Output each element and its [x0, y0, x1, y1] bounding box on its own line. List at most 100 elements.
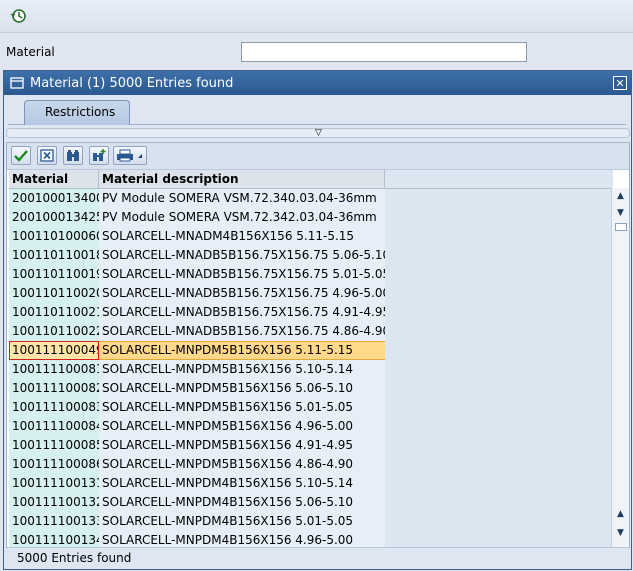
material-number-cell[interactable]: 100110110020 [9, 284, 104, 303]
material-description-cell[interactable]: PV Module SOMERA VSM.72.340.03.04-36mm [99, 189, 385, 208]
material-description-cell[interactable]: SOLARCELL-MNPDM5B156X156 5.11-5.15 [99, 341, 385, 360]
filler-cell [385, 531, 613, 547]
material-number-cell[interactable]: 100111100082 [9, 379, 104, 398]
material-number-cell[interactable]: 100111100049 [9, 341, 104, 360]
table-row[interactable]: 100111100049 SOLARCELL-MNPDM5B156X156 5.1… [9, 341, 613, 360]
column-header-material[interactable]: Material [9, 170, 99, 188]
material-number-cell[interactable]: 100111100131 [9, 474, 104, 493]
tabstrip: Restrictions [8, 98, 626, 125]
material-number-cell[interactable]: 100111100132 [9, 493, 104, 512]
filler-cell [385, 493, 613, 512]
material-number-cell[interactable]: 200100013425 [9, 208, 104, 227]
value-help-dialog: Material (1) 5000 Entries found ✕ Restri… [3, 70, 632, 570]
material-number-cell[interactable]: 100111100133 [9, 512, 104, 531]
table-row[interactable]: 100110100060 SOLARCELL-MNADM4B156X156 5.1… [9, 227, 613, 246]
scroll-down-icon[interactable]: ▼ [614, 207, 627, 220]
tab-restrictions[interactable]: Restrictions [24, 100, 131, 125]
material-number-cell[interactable]: 100111100086 [9, 455, 104, 474]
material-number-cell[interactable]: 100111100085 [9, 436, 104, 455]
table-row[interactable]: 100110110018 SOLARCELL-MNADB5B156.75X156.… [9, 246, 613, 265]
material-description-cell[interactable]: SOLARCELL-MNPDM5B156X156 5.10-5.14 [99, 360, 385, 379]
print-button[interactable] [113, 146, 147, 165]
material-number-cell[interactable]: 100110110018 [9, 246, 104, 265]
dialog-title: Material (1) 5000 Entries found [30, 75, 234, 91]
material-description-cell[interactable]: SOLARCELL-MNADB5B156.75X156.75 4.96-5.00 [99, 284, 385, 303]
history-clock-icon[interactable] [10, 7, 28, 25]
result-toolbar [7, 143, 629, 170]
close-button[interactable]: ✕ [613, 76, 627, 90]
material-number-cell[interactable]: 100110110021 [9, 303, 104, 322]
material-description-cell[interactable]: SOLARCELL-MNPDM5B156X156 5.01-5.05 [99, 398, 385, 417]
material-description-cell[interactable]: SOLARCELL-MNPDM4B156X156 5.01-5.05 [99, 512, 385, 531]
material-description-cell[interactable]: SOLARCELL-MNPDM5B156X156 4.96-5.00 [99, 417, 385, 436]
material-number-cell[interactable]: 100110110019 [9, 265, 104, 284]
filler-cell [385, 208, 613, 227]
filler-cell [385, 322, 613, 341]
restrictions-toggle[interactable]: ▽ [6, 128, 630, 138]
material-field-label: Material [6, 45, 55, 59]
material-description-cell[interactable]: PV Module SOMERA VSM.72.342.03.04-36mm [99, 208, 385, 227]
vertical-scrollbar[interactable]: ▲ ▼ ▲ ▼ [611, 188, 629, 547]
find-button[interactable] [63, 146, 83, 165]
table-row[interactable]: 100111100085 SOLARCELL-MNPDM5B156X156 4.9… [9, 436, 613, 455]
material-description-cell[interactable]: SOLARCELL-MNADB5B156.75X156.75 5.06-5.10 [99, 246, 385, 265]
column-header-filler [385, 170, 613, 188]
table-row[interactable]: 100110110019 SOLARCELL-MNADB5B156.75X156.… [9, 265, 613, 284]
table-row[interactable]: 100111100081 SOLARCELL-MNPDM5B156X156 5.1… [9, 360, 613, 379]
table-row[interactable]: 100111100132 SOLARCELL-MNPDM4B156X156 5.0… [9, 493, 613, 512]
material-description-cell[interactable]: SOLARCELL-MNPDM4B156X156 5.10-5.14 [99, 474, 385, 493]
material-input[interactable] [241, 42, 527, 62]
material-description-cell[interactable]: SOLARCELL-MNPDM5B156X156 4.86-4.90 [99, 455, 385, 474]
material-number-cell[interactable]: 100111100081 [9, 360, 104, 379]
filler-cell [385, 303, 613, 322]
column-header-description[interactable]: Material description [99, 170, 385, 188]
scroll-up-bottom-icon[interactable]: ▲ [614, 508, 627, 521]
dialog-title-bar[interactable]: Material (1) 5000 Entries found [4, 71, 631, 95]
material-number-cell[interactable]: 100111100083 [9, 398, 104, 417]
scroll-down-bottom-icon[interactable]: ▼ [614, 527, 627, 540]
material-number-cell[interactable]: 100110110022 [9, 322, 104, 341]
confirm-button[interactable] [11, 146, 31, 165]
binoculars-icon [67, 150, 79, 161]
table-row[interactable]: 100111100131 SOLARCELL-MNPDM4B156X156 5.1… [9, 474, 613, 493]
material-description-cell[interactable]: SOLARCELL-MNADM4B156X156 5.11-5.15 [99, 227, 385, 246]
cancel-icon [40, 149, 54, 162]
material-number-cell[interactable]: 100111100084 [9, 417, 104, 436]
material-description-cell[interactable]: SOLARCELL-MNPDM4B156X156 5.06-5.10 [99, 493, 385, 512]
filler-cell [385, 360, 613, 379]
material-description-cell[interactable]: SOLARCELL-MNPDM4B156X156 4.96-5.00 [99, 531, 385, 547]
print-icon [117, 149, 142, 162]
table-row[interactable]: 200100013400 PV Module SOMERA VSM.72.340.… [9, 189, 613, 208]
table-row[interactable]: 100111100133 SOLARCELL-MNPDM4B156X156 5.0… [9, 512, 613, 531]
filler-cell [385, 246, 613, 265]
material-description-cell[interactable]: SOLARCELL-MNPDM5B156X156 4.91-4.95 [99, 436, 385, 455]
checkmark-icon [14, 150, 28, 162]
cancel-button[interactable] [37, 146, 57, 165]
material-description-cell[interactable]: SOLARCELL-MNADB5B156.75X156.75 4.86-4.90 [99, 322, 385, 341]
material-number-cell[interactable]: 100111100134 [9, 531, 104, 547]
material-number-cell[interactable]: 100110100060 [9, 227, 104, 246]
filler-cell [385, 379, 613, 398]
table-row[interactable]: 100110110020 SOLARCELL-MNADB5B156.75X156.… [9, 284, 613, 303]
table-row[interactable]: 100111100083 SOLARCELL-MNPDM5B156X156 5.0… [9, 398, 613, 417]
material-description-cell[interactable]: SOLARCELL-MNADB5B156.75X156.75 5.01-5.05 [99, 265, 385, 284]
table-row[interactable]: 200100013425 PV Module SOMERA VSM.72.342.… [9, 208, 613, 227]
find-next-button[interactable] [89, 146, 109, 165]
table-row[interactable]: 100111100084 SOLARCELL-MNPDM5B156X156 4.9… [9, 417, 613, 436]
filler-cell [385, 512, 613, 531]
table-row[interactable]: 100110110022 SOLARCELL-MNADB5B156.75X156.… [9, 322, 613, 341]
material-description-cell[interactable]: SOLARCELL-MNPDM5B156X156 5.06-5.10 [99, 379, 385, 398]
filler-cell [385, 341, 613, 360]
table-row[interactable]: 100111100082 SOLARCELL-MNPDM5B156X156 5.0… [9, 379, 613, 398]
table-row[interactable]: 100111100086 SOLARCELL-MNPDM5B156X156 4.8… [9, 455, 613, 474]
table-row[interactable]: 100110110021 SOLARCELL-MNADB5B156.75X156.… [9, 303, 613, 322]
material-description-cell[interactable]: SOLARCELL-MNADB5B156.75X156.75 4.91-4.95 [99, 303, 385, 322]
filler-cell [385, 436, 613, 455]
scroll-up-icon[interactable]: ▲ [614, 190, 627, 203]
scroll-thumb[interactable] [615, 223, 627, 231]
material-number-cell[interactable]: 200100013400 [9, 189, 104, 208]
table-header: Material Material description [9, 170, 613, 189]
filler-cell [385, 398, 613, 417]
table-body: 200100013400 PV Module SOMERA VSM.72.340.… [9, 189, 613, 547]
table-row[interactable]: 100111100134 SOLARCELL-MNPDM4B156X156 4.9… [9, 531, 613, 547]
